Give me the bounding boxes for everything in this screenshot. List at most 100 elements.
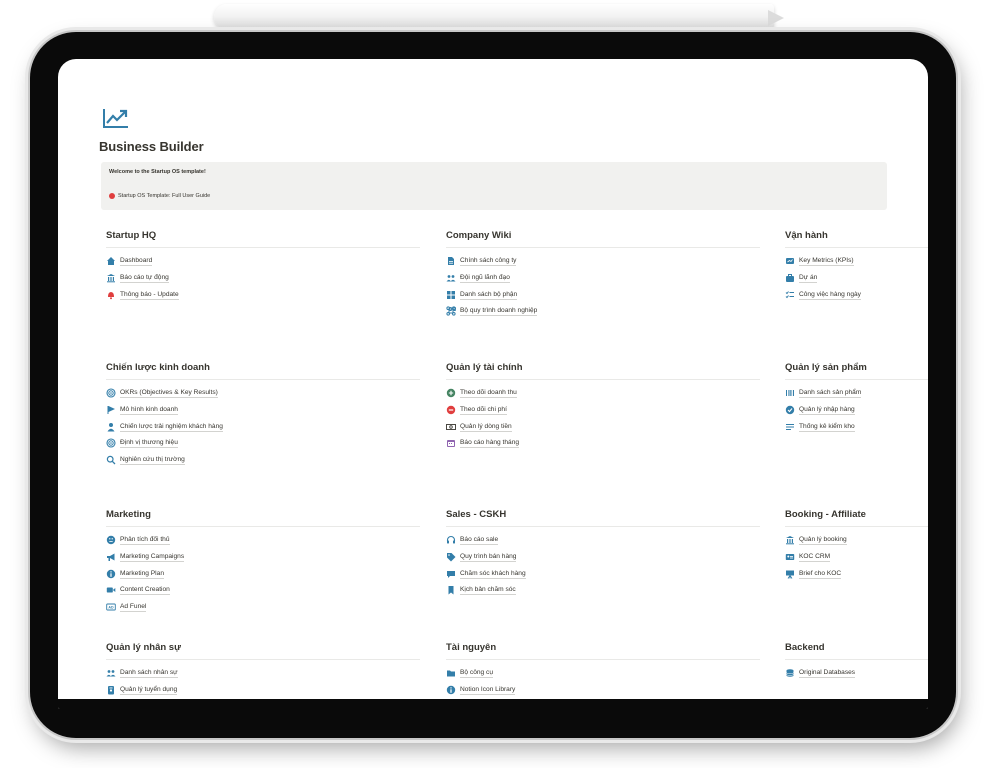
section-title: Sales - CSKH [446, 509, 760, 527]
section-marketing: Marketing Phân tích đối thủ Marketing Camp… [106, 509, 420, 615]
gauge-icon [785, 256, 795, 266]
user-guide-link-label: Startup OS Template: Full User Guide [118, 193, 211, 199]
user-guide-link[interactable]: Startup OS Template: Full User Guide [109, 193, 210, 199]
page-link-original-databases[interactable]: Original Databases [785, 665, 928, 682]
page-link-kich-ban-cham-soc[interactable]: Kịch bản chăm sóc [446, 582, 760, 599]
page-link-quan-ly-tuyen-dung[interactable]: Quản lý tuyển dụng [106, 682, 420, 699]
page-link-nghien-cuu-thi-truong[interactable]: Nghiên cứu thị trường [106, 452, 420, 469]
section-quan-ly-san-pham: Quản lý sản phẩm Danh sách sản phẩm Quản l… [785, 362, 928, 435]
page-link-label: Key Metrics (KPIs) [799, 257, 854, 267]
section-title: Quản lý sản phẩm [785, 362, 928, 380]
apple-pencil-tip [768, 10, 784, 26]
page-link-quan-ly-nhap-hang[interactable]: Quản lý nhập hàng [785, 402, 928, 419]
bell-icon [106, 290, 116, 300]
page-link-label: Thông báo - Update [120, 290, 179, 300]
checklist-icon [785, 290, 795, 300]
page-link-label: Chính sách công ty [460, 257, 517, 267]
page-link-theo-doi-doanh-thu[interactable]: Theo dõi doanh thu [446, 385, 760, 402]
section-backend: Backend Original Databases [785, 642, 928, 682]
page-link-label: Marketing Plan [120, 569, 164, 579]
page-link-mo-hinh-kinh-doanh[interactable]: Mô hình kinh doanh [106, 402, 420, 419]
page-link-bo-quy-trinh-doanh-nghiep[interactable]: Bộ quy trình doanh nghiệp [446, 303, 760, 320]
section-booking-affiliate: Booking - Affiliate Quản lý booking KOC CR… [785, 509, 928, 582]
section-startup-hq: Startup HQ Dashboard Báo cáo tự động Thông … [106, 230, 420, 303]
page-link-label: Báo cáo sale [460, 536, 499, 546]
page-link-chinh-sach-cong-ty[interactable]: Chính sách công ty [446, 253, 760, 270]
page-link-quy-trinh-ban-hang[interactable]: Quy trình bán hàng [446, 549, 760, 566]
home-icon [106, 256, 116, 266]
page-link-label: OKRs (Objectives & Key Results) [120, 389, 218, 399]
page-link-bao-cao-hang-thang[interactable]: Báo cáo hàng tháng [446, 435, 760, 452]
section-van-hanh: Vận hành Key Metrics (KPIs) Dự án Công việc… [785, 230, 928, 303]
page-link-quan-ly-dong-tien[interactable]: Quản lý dòng tiền [446, 418, 760, 435]
page-link-phan-tich-doi-thu[interactable]: Phân tích đối thủ [106, 532, 420, 549]
section-company-wiki: Company Wiki Chính sách công ty Đội ngũ lã… [446, 230, 760, 320]
page-link-danh-sach-bo-phan[interactable]: Danh sách bộ phận [446, 286, 760, 303]
page-link-label: Original Databases [799, 669, 856, 679]
page-link-danh-sach-nhan-su[interactable]: Danh sách nhân sự [106, 665, 420, 682]
section-title: Startup HQ [106, 230, 420, 248]
money-icon [446, 422, 456, 432]
database-icon [785, 668, 795, 678]
page-link-thong-bao-update[interactable]: Thông báo - Update [106, 286, 420, 303]
page-link-cong-viec-hang-ngay[interactable]: Công việc hàng ngày [785, 286, 928, 303]
page-link-notion-icon-library[interactable]: Notion Icon Library [446, 682, 760, 699]
search-icon [106, 455, 116, 465]
page-link-label: Danh sách sản phẩm [799, 389, 862, 399]
id-card-icon [785, 552, 795, 562]
minus-circle-icon [446, 405, 456, 415]
page-link-label: Theo dõi doanh thu [460, 389, 517, 399]
page-link-label: Ad Funel [120, 603, 147, 613]
page-link-key-metrics-kpis[interactable]: Key Metrics (KPIs) [785, 253, 928, 270]
page-link-theo-doi-chi-phi[interactable]: Theo dõi chi phí [446, 402, 760, 419]
folder-icon [446, 668, 456, 678]
callout-welcome-text: Welcome to the Startup OS template! [109, 169, 206, 175]
page-link-chien-luoc-trai-nghiem-khach-hang[interactable]: Chiến lược trải nghiệm khách hàng [106, 418, 420, 435]
page-link-bao-cao-sale[interactable]: Báo cáo sale [446, 532, 760, 549]
page-link-doi-ngu-lanh-dao[interactable]: Đội ngũ lãnh đạo [446, 270, 760, 287]
page-link-bao-cao-tu-dong[interactable]: Báo cáo tự động [106, 270, 420, 287]
target-icon [106, 438, 116, 448]
page-link-brief-cho-koc[interactable]: Brief cho KOC [785, 565, 928, 582]
page-link-cham-soc-khach-hang[interactable]: Chăm sóc khách hàng [446, 565, 760, 582]
page-link-bo-cong-cu[interactable]: Bộ công cụ [446, 665, 760, 682]
page-link-label: Chiến lược trải nghiệm khách hàng [120, 422, 223, 432]
grid-icon [446, 290, 456, 300]
apple-pencil [214, 4, 774, 30]
page-link-danh-sach-san-pham[interactable]: Danh sách sản phẩm [785, 385, 928, 402]
face-icon [106, 535, 116, 545]
tag-icon [446, 552, 456, 562]
flag-icon [106, 405, 116, 415]
page-link-du-an[interactable]: Dự án [785, 270, 928, 287]
page-link-label: Quản lý nhập hàng [799, 406, 855, 416]
notion-page: Business Builder Welcome to the Startup … [58, 59, 928, 709]
trending-up-icon [103, 109, 128, 128]
page-link-koc-crm[interactable]: KOC CRM [785, 549, 928, 566]
ipad-frame: Business Builder Welcome to the Startup … [30, 32, 956, 738]
svg-text:AD: AD [108, 606, 114, 610]
page-link-content-creation[interactable]: Content Creation [106, 582, 420, 599]
check-circle-icon [785, 405, 795, 415]
badge-icon [106, 685, 116, 695]
section-sales-cskh: Sales - CSKH Báo cáo sale Quy trình bán hà… [446, 509, 760, 599]
section-title: Backend [785, 642, 928, 660]
page-link-ad-funel[interactable]: AD Ad Funel [106, 599, 420, 616]
page-link-okrs-objectives-key-results[interactable]: OKRs (Objectives & Key Results) [106, 385, 420, 402]
page-link-label: Bộ quy trình doanh nghiệp [460, 307, 538, 317]
page-link-label: Bộ công cụ [460, 669, 493, 679]
page-link-label: Kịch bản chăm sóc [460, 586, 516, 596]
barcode-icon [785, 388, 795, 398]
page-link-marketing-plan[interactable]: Marketing Plan [106, 565, 420, 582]
page-link-label: Định vị thương hiệu [120, 439, 178, 449]
page-link-dinh-vi-thuong-hieu[interactable]: Định vị thương hiệu [106, 435, 420, 452]
section-title: Company Wiki [446, 230, 760, 248]
section-title: Vận hành [785, 230, 928, 248]
page-link-dashboard[interactable]: Dashboard [106, 253, 420, 270]
page-link-marketing-campaigns[interactable]: Marketing Campaigns [106, 549, 420, 566]
page-link-label: Đội ngũ lãnh đạo [460, 274, 510, 284]
page-link-thong-ke-kiem-kho[interactable]: Thống kê kiểm kho [785, 418, 928, 435]
page-link-quan-ly-booking[interactable]: Quản lý booking [785, 532, 928, 549]
page-link-label: Chăm sóc khách hàng [460, 569, 526, 579]
page-link-label: Notion Icon Library [460, 686, 516, 696]
section-title: Tài nguyên [446, 642, 760, 660]
